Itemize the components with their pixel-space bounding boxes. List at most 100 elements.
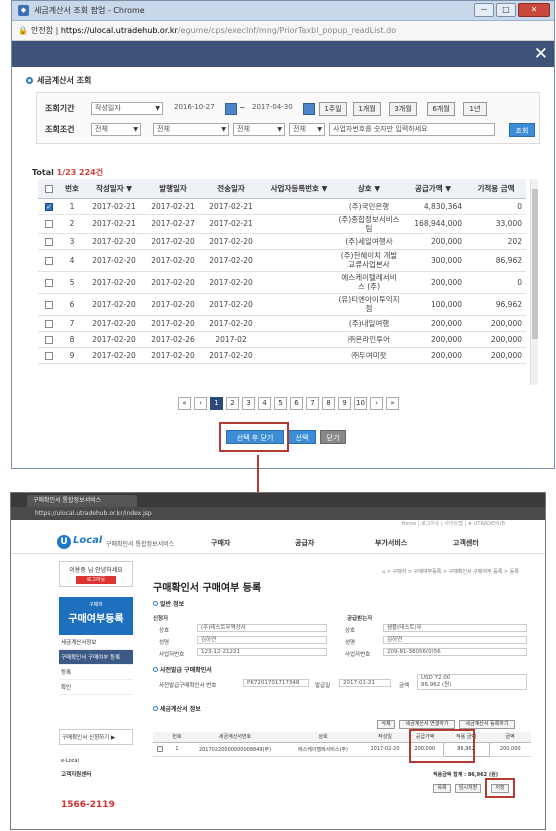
row-checkbox[interactable] [45,335,53,344]
page-link[interactable]: 8 [322,397,335,410]
top-links[interactable]: Home | 로그아웃 | 사이트맵 | ★ UTRADEHUB [11,520,545,530]
period-1year-button[interactable]: 1년 [463,102,487,116]
page-link[interactable]: 2 [226,397,239,410]
col-no[interactable]: 번호 [60,179,84,199]
condition-select-3[interactable]: 전체 [233,123,285,136]
page-link[interactable]: 1 [210,397,223,410]
period-1week-button[interactable]: 1주일 [319,102,347,116]
browser-tab[interactable]: 구매확인서 통합정보서비스 [27,495,137,507]
address-bar[interactable]: https://ulocal.utradehub.or.kr/index.jsp [11,507,545,520]
condition-select-2[interactable]: 전체 [153,123,229,136]
table-row[interactable]: 8 2017-02-20 2017-02-26 2017-02 ㈜온라인투어 200,00… [38,331,526,348]
register-invoice-button[interactable]: 세금계산서 등록하기 [459,720,515,729]
page-link[interactable]: 9 [338,397,351,410]
period-type-select[interactable]: 작성일자 [91,102,163,115]
condition-select-1[interactable]: 전체 [91,123,141,136]
table-row[interactable]: 4 2017-02-20 2017-02-20 2017-02-20 (주)천혜이치 개… [38,249,526,272]
table-row[interactable]: 5 2017-02-20 2017-02-20 2017-02-20 에스케이텔레서비스… [38,271,526,294]
row-checkbox[interactable] [45,319,53,328]
page-link[interactable]: › [370,397,383,410]
checkbox-cell[interactable]: ✓ [38,198,60,215]
sidebar-item-confirm[interactable]: 확인 [59,680,133,695]
col-company[interactable]: 상호 ▼ [338,179,400,199]
page-link[interactable]: 7 [306,397,319,410]
page-link[interactable]: ‹ [194,397,207,410]
nav-extra[interactable]: 부가서비스 [375,538,407,548]
row-checkbox[interactable] [157,745,163,752]
logo-text[interactable]: Local [73,535,102,546]
close-icon[interactable]: ✕ [534,44,548,64]
apply-promo[interactable]: 구매확인서 신청하기 ▶ [59,729,133,745]
checkbox-cell[interactable] [38,233,60,250]
page-link[interactable]: 5 [274,397,287,410]
close-window-button[interactable]: ✕ [518,3,550,17]
bizno-cell [260,233,338,250]
checkbox-cell[interactable] [38,214,60,234]
page-link[interactable]: 10 [354,397,367,410]
page-link[interactable]: 3 [242,397,255,410]
checkbox-cell[interactable] [38,293,60,316]
search-button[interactable]: 조회 [509,123,535,137]
url-bar[interactable]: 🔒 안전함 | https://ulocal.utradehub.or.kr/eg… [12,21,554,41]
checkbox-cell[interactable] [38,271,60,294]
date-from-input[interactable]: 2016-10-27 [171,102,223,115]
scrollbar-thumb[interactable] [532,189,538,339]
row-checkbox[interactable] [45,351,53,360]
logout-button[interactable]: 로그아웃 [76,576,116,584]
condition-select-4[interactable]: 전체 [289,123,325,136]
period-1month-button[interactable]: 1개월 [353,102,381,116]
checkbox-cell[interactable] [38,249,60,272]
company-cell: (주)천혜이치 개발 교류사업본사 [338,249,400,272]
checkbox-cell[interactable] [38,347,60,364]
table-row[interactable]: 9 2017-02-20 2017-02-20 2017-02-20 ㈜두여미팟 200,… [38,347,526,364]
link-invoice-button[interactable]: 세금계산서 연결하기 [399,720,455,729]
sidebar-item-taxinfo[interactable]: 세금계산서정보 [59,635,133,650]
applied-amount-cell: 200,000 [466,331,526,348]
nav-supplier[interactable]: 공급자 [295,538,314,548]
select-button[interactable]: 선택 [288,430,316,444]
row-checkbox[interactable]: ✓ [45,202,53,211]
row-checkbox[interactable] [45,220,53,228]
select-all-checkbox[interactable] [45,184,53,193]
popup-header: ✕ [12,41,554,67]
row-checkbox-cell[interactable] [153,742,167,757]
sidebar-item-reg[interactable]: 등록 [59,665,133,680]
table-row[interactable]: 7 2017-02-20 2017-02-20 2017-02-20 (주)내일여행 20… [38,315,526,332]
row-checkbox[interactable] [45,256,53,265]
nav-buyer[interactable]: 구매자 [211,538,230,548]
col-supply-amount[interactable]: 공급가액 ▼ [400,179,466,199]
period-6month-button[interactable]: 6개월 [427,102,455,116]
table-row[interactable]: 3 2017-02-20 2017-02-20 2017-02-20 (주)세일여행사 2… [38,233,526,250]
calendar-icon[interactable] [225,103,237,115]
table-row[interactable]: 6 2017-02-20 2017-02-20 2017-02-20 (유)티엔아이투익… [38,293,526,316]
page-link[interactable]: « [178,397,191,410]
col-write-date[interactable]: 작성일자 ▼ [84,179,144,199]
table-row[interactable]: 2 2017-02-21 2017-02-27 2017-02-21 (주)종합정보서비… [38,214,526,234]
sidebar-item-register[interactable]: 구매확인서 구매여부 등록 [59,650,133,665]
list-button[interactable]: 목록 [433,784,451,793]
row-no-cell: 3 [60,233,84,250]
nav-support[interactable]: 고객센터 [453,538,479,548]
minimize-button[interactable]: － [474,3,494,17]
bizno-search-input[interactable]: 사업자번호를 숫자만 입력하세요 [329,123,495,136]
row-checkbox[interactable] [45,278,53,287]
period-3month-button[interactable]: 3개월 [389,102,417,116]
temp-save-button[interactable]: 임시저장 [455,784,481,793]
date-to-input[interactable]: 2017-04-30 [249,102,301,115]
maximize-button[interactable]: □ [496,3,516,17]
close-button[interactable]: 닫기 [320,430,346,444]
row-checkbox[interactable] [45,300,53,309]
table-scrollbar[interactable] [530,179,538,385]
table-row[interactable]: ✓ 1 2017-02-21 2017-02-21 2017-02-21 (주)국민은행 4… [38,198,526,215]
checkbox-cell[interactable] [38,315,60,332]
delete-button[interactable]: 삭제 [377,720,395,729]
row-checkbox[interactable] [45,237,53,246]
calendar-icon[interactable] [303,103,315,115]
checkbox-cell[interactable] [38,331,60,348]
page-link[interactable]: » [386,397,399,410]
page-link[interactable]: 4 [258,397,271,410]
page-link[interactable]: 6 [290,397,303,410]
col-bizno[interactable]: 사업자등록번호 ▼ [260,179,338,199]
main-window: 구매확인서 통합정보서비스 https://ulocal.utradehub.o… [10,492,546,830]
logo-icon[interactable]: U [57,535,71,549]
